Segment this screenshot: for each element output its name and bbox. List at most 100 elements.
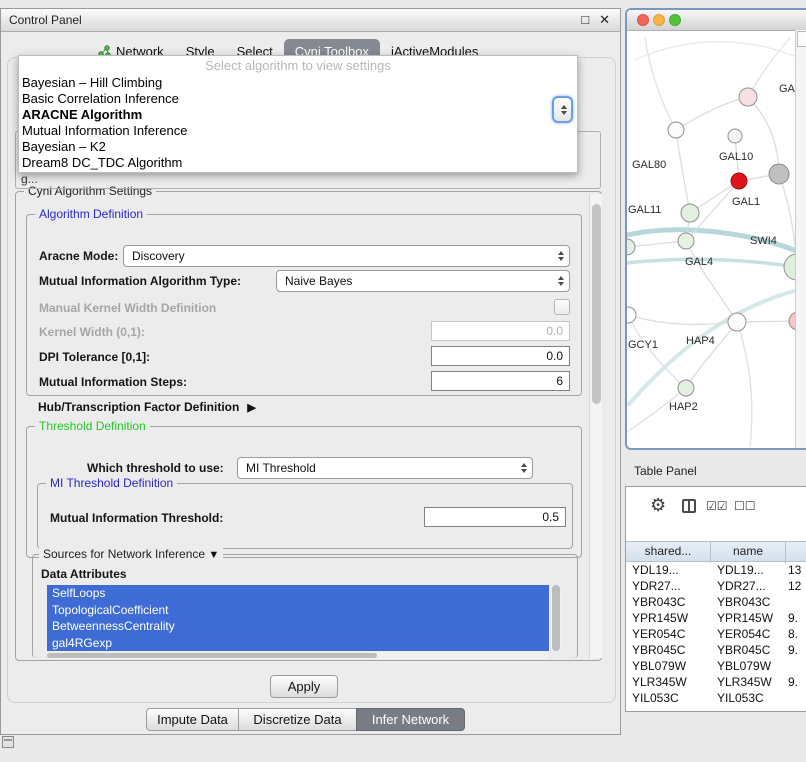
mi-threshold-legend: MI Threshold Definition — [46, 476, 177, 490]
network-node[interactable] — [627, 239, 635, 255]
network-canvas[interactable]: GAL7GAL80GAL10GAL11GAL1SWI4GAL4GCY1HAP4H… — [627, 30, 806, 450]
aracne-mode-select[interactable]: Discovery — [123, 245, 570, 267]
table-row[interactable]: YDR27...YDR27...12 — [626, 578, 806, 594]
node-label: GAL80 — [632, 159, 666, 171]
network-edge — [686, 241, 737, 322]
column-header-partial[interactable] — [786, 542, 806, 563]
node-label: HAP4 — [686, 335, 715, 347]
collapse-down-icon: ▼ — [208, 549, 219, 561]
network-node[interactable] — [627, 307, 636, 323]
attribute-list-item[interactable]: TopologicalCoefficient — [47, 602, 549, 619]
settings-scrollbar[interactable] — [589, 194, 602, 658]
table-cell: YER054C — [626, 626, 711, 642]
tab-infer-network[interactable]: Infer Network — [356, 708, 465, 731]
network-edge — [737, 322, 752, 446]
node-label: GAL11 — [628, 204, 661, 216]
cyni-algorithm-settings-group: Cyni Algorithm Settings Algorithm Defini… — [15, 191, 602, 661]
attribute-list-item[interactable]: gal4RGexp — [47, 635, 549, 652]
close-traffic-light-icon[interactable] — [637, 14, 649, 26]
mi-threshold-group: MI Threshold Definition Mutual Informati… — [37, 483, 573, 549]
algorithm-option[interactable]: Basic Correlation Inference — [19, 91, 577, 107]
tab-discretize-data[interactable]: Discretize Data — [238, 708, 357, 731]
manual-kernel-label: Manual Kernel Width Definition — [39, 301, 216, 315]
table-row[interactable]: YIL053CYIL053C — [626, 690, 806, 706]
table-row[interactable]: YBR043CYBR043C — [626, 594, 806, 610]
network-scrollbar[interactable] — [795, 30, 806, 450]
hub-definition-expander[interactable]: Hub/Transcription Factor Definition ▶ — [38, 400, 256, 414]
table-header: shared... name — [626, 541, 806, 562]
selected-value: Naive Bayes — [285, 274, 352, 288]
table-row[interactable]: YBR045CYBR045C9. — [626, 642, 806, 658]
which-threshold-select[interactable]: MI Threshold — [237, 457, 533, 479]
algorithm-option[interactable]: Mutual Information Inference — [19, 123, 577, 139]
dpi-tolerance-field[interactable]: 0.0 — [431, 346, 570, 366]
table-cell: YBR043C — [626, 594, 711, 610]
algorithm-option[interactable]: Dream8 DC_TDC Algorithm — [19, 155, 577, 171]
table-cell — [786, 594, 806, 610]
select-all-checks-icon[interactable]: ☑☑ — [706, 499, 728, 513]
network-node[interactable] — [681, 204, 699, 222]
network-node[interactable] — [668, 122, 684, 138]
column-header-shared-name[interactable]: shared... — [626, 542, 711, 563]
table-cell: YDR27... — [711, 578, 786, 594]
network-node[interactable] — [731, 173, 747, 189]
panel-toggle-icon[interactable] — [2, 736, 14, 748]
table-row[interactable]: YPR145WYPR145W9. — [626, 610, 806, 626]
threshold-definition-legend: Threshold Definition — [35, 419, 150, 433]
network-node[interactable] — [739, 88, 757, 106]
zoom-traffic-light-icon[interactable] — [669, 14, 681, 26]
algorithm-option[interactable]: Bayesian – K2 — [19, 139, 577, 155]
table-row[interactable]: YLR345WYLR345W9. — [626, 674, 806, 690]
table-cell: YBL079W — [711, 658, 786, 674]
table-row[interactable]: YBL079WYBL079W — [626, 658, 806, 674]
manual-kernel-checkbox[interactable] — [554, 299, 570, 315]
bottom-tabs: Impute Data Discretize Data Infer Networ… — [146, 708, 465, 731]
network-node[interactable] — [769, 164, 789, 184]
table-cell: 12 — [786, 578, 806, 594]
attributes-scrollbar[interactable] — [551, 585, 561, 651]
table-row[interactable]: YER054CYER054C8. — [626, 626, 806, 642]
combo-arrows-icon — [558, 276, 564, 286]
algorithm-option[interactable]: ARACNE Algorithm — [19, 107, 577, 123]
settings-scrollbar-thumb[interactable] — [592, 204, 601, 404]
network-node[interactable] — [728, 129, 742, 143]
network-edge — [676, 130, 690, 213]
columns-icon[interactable] — [682, 499, 696, 513]
control-panel-titlebar[interactable]: Control Panel □ ✕ — [1, 9, 620, 32]
mi-type-select[interactable]: Naive Bayes — [276, 270, 570, 292]
attribute-list-item[interactable]: BetweennessCentrality — [47, 618, 549, 635]
network-node[interactable] — [678, 380, 694, 396]
gear-icon[interactable]: ⚙ — [650, 495, 666, 516]
clear-checks-icon[interactable]: ☐☐ — [734, 499, 756, 513]
network-node[interactable] — [728, 313, 746, 331]
kernel-width-field[interactable]: 0.0 — [431, 321, 570, 341]
network-edge — [645, 38, 676, 130]
mi-steps-field[interactable]: 6 — [431, 371, 570, 391]
minimize-traffic-light-icon[interactable] — [653, 14, 665, 26]
aracne-mode-label: Aracne Mode: — [39, 249, 118, 263]
column-header-name[interactable]: name — [711, 542, 786, 563]
table-cell — [786, 690, 806, 706]
table-panel: ⚙ ☑☑ ☐☐ shared... name YDL19...YDL19...1… — [625, 486, 806, 712]
table-row[interactable]: YDL19...YDL19...13 — [626, 562, 806, 578]
attribute-list-item[interactable]: SelfLoops — [47, 585, 549, 602]
algorithm-combo-focus[interactable] — [552, 96, 573, 123]
algorithm-option[interactable]: Bayesian – Hill Climbing — [19, 75, 577, 91]
selected-value: Discovery — [132, 249, 185, 263]
apply-button[interactable]: Apply — [270, 675, 338, 698]
mi-steps-label: Mutual Information Steps: — [39, 375, 187, 389]
network-edge — [627, 230, 806, 255]
close-icon[interactable]: ✕ — [599, 12, 610, 28]
sources-legend[interactable]: Sources for Network Inference ▼ — [39, 547, 223, 561]
attributes-hscrollbar[interactable] — [47, 652, 549, 659]
tab-impute-data[interactable]: Impute Data — [146, 708, 239, 731]
network-window-titlebar[interactable] — [627, 10, 806, 31]
float-window-icon[interactable]: □ — [581, 12, 589, 28]
network-node[interactable] — [678, 233, 694, 249]
mi-threshold-field[interactable]: 0.5 — [424, 507, 566, 527]
table-cell: YBR045C — [626, 642, 711, 658]
node-label: SWI4 — [750, 235, 777, 247]
node-label: GAL4 — [685, 256, 713, 268]
node-label: GAL1 — [732, 196, 760, 208]
scrollbar-button[interactable] — [797, 31, 806, 47]
